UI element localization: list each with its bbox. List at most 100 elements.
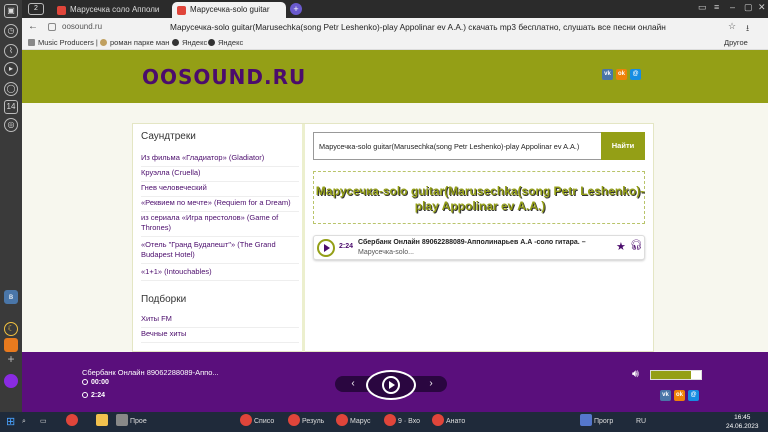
- search-button[interactable]: Найти: [601, 132, 645, 160]
- prev-button[interactable]: ‹: [341, 376, 365, 392]
- left-column: Саундтреки Из фильма «Гладиатор» (Gladia…: [133, 124, 305, 352]
- soundtrack-link[interactable]: Гнев человеческий: [141, 183, 299, 197]
- taskview-icon[interactable]: ▭: [40, 413, 47, 431]
- volume-slider[interactable]: [650, 370, 702, 380]
- mail-icon[interactable]: @: [688, 390, 699, 401]
- play-icon[interactable]: ▸: [4, 62, 18, 76]
- next-button[interactable]: ›: [419, 376, 443, 392]
- tab-count-badge[interactable]: 2: [28, 3, 44, 15]
- apps-icon: [28, 39, 35, 46]
- soundtrack-link[interactable]: «1+1» (Intouchables): [141, 267, 299, 281]
- yandex-music-icon: [57, 6, 66, 15]
- tab-1[interactable]: Марусечка соло Апполи: [52, 2, 170, 18]
- track-title[interactable]: Сбербанк Онлайн 89062288089-Апполинарьев…: [358, 239, 586, 246]
- soundtracks-title: Саундтреки: [141, 131, 196, 142]
- bookmark-icon[interactable]: ☆: [728, 21, 736, 32]
- taskbar-app[interactable]: Марус: [336, 413, 371, 431]
- play-icon: [382, 376, 400, 394]
- bookmark-item[interactable]: Яндекс: [172, 38, 207, 47]
- yandex-icon: [172, 39, 179, 46]
- calendar-icon[interactable]: 14: [4, 100, 18, 114]
- lock-icon[interactable]: [48, 23, 56, 31]
- content-area: Саундтреки Из фильма «Гладиатор» (Gladia…: [132, 123, 654, 352]
- tab-manager-icon[interactable]: ▣: [4, 4, 18, 18]
- bookmark-item[interactable]: Music Producers |: [28, 38, 98, 47]
- taskbar: ⊞ ⌕ ▭ Прое Списо Резуль Марус 9 · Вхо Ан…: [0, 412, 768, 432]
- favorite-star-icon[interactable]: ★: [616, 240, 626, 253]
- taskbar-app[interactable]: 9 · Вхо: [384, 413, 420, 431]
- web-page: OOSOUND.RU vk ok @ Саундтреки Из фильма …: [22, 50, 768, 352]
- alice-icon[interactable]: [4, 374, 18, 388]
- taskbar-app[interactable]: Прое: [116, 413, 147, 431]
- song-heading: Марусечка-solo guitar(Marusechka(song Pe…: [315, 184, 645, 213]
- close-window-icon[interactable]: ✕: [758, 2, 766, 13]
- search-input[interactable]: Марусечка-solo guitar(Marusechka(song Pe…: [313, 132, 603, 160]
- taskbar-app[interactable]: Резуль: [288, 413, 324, 431]
- taskbar-app[interactable]: Анато: [432, 413, 465, 431]
- site-logo[interactable]: OOSOUND.RU: [142, 65, 306, 89]
- minimize-icon[interactable]: –: [730, 2, 735, 12]
- menu-icon[interactable]: ≡: [714, 2, 719, 12]
- oosound-icon: [177, 6, 186, 15]
- track-duration: 2:24: [339, 243, 354, 250]
- collection-link[interactable]: Вечные хиты: [141, 329, 299, 343]
- clock-icon: [82, 392, 88, 398]
- volume-level: [651, 371, 691, 379]
- language-indicator[interactable]: RU: [636, 413, 646, 431]
- tab-2-active[interactable]: Марусечка-solo guitar: [172, 2, 286, 18]
- system-clock[interactable]: 16:45 24.06.2023: [726, 413, 759, 431]
- maximize-icon[interactable]: ▢: [744, 2, 753, 13]
- ok-icon[interactable]: ok: [674, 390, 685, 401]
- add-panel-icon[interactable]: +: [4, 353, 18, 368]
- browser-sidebar: ▣ ◷ ⌇ ▸ ◯ 14 ◎ в ☾ +: [0, 0, 22, 412]
- collections-title: Подборки: [141, 294, 187, 305]
- soundtrack-link[interactable]: «Реквием по мечте» (Requiem for a Dream): [141, 198, 299, 212]
- windows-start-icon[interactable]: ⊞: [6, 413, 15, 431]
- zen-icon[interactable]: ⌇: [4, 44, 18, 58]
- new-tab-button[interactable]: +: [290, 3, 302, 15]
- taskbar-app[interactable]: Списо: [240, 413, 274, 431]
- track-row[interactable]: 2:24 Сбербанк Онлайн 89062288089-Апполин…: [313, 235, 645, 260]
- search-icon[interactable]: ⌕: [22, 413, 26, 431]
- volume-icon[interactable]: 🔊︎: [632, 368, 639, 381]
- bookmark-item[interactable]: Яндекс: [208, 38, 243, 47]
- settings-icon[interactable]: ◎: [4, 118, 18, 132]
- headphones-icon[interactable]: 🎧︎: [630, 240, 643, 251]
- play-button[interactable]: [366, 370, 416, 400]
- soundtrack-link[interactable]: «Отель "Гранд Будапешт"» (The Grand Buda…: [141, 240, 299, 264]
- track-subtitle: Марусечка-solo...: [358, 249, 414, 256]
- yandex-taskbar-icon[interactable]: [66, 413, 80, 431]
- history-icon[interactable]: ◷: [4, 24, 18, 38]
- clock-icon: [82, 379, 88, 385]
- page-title: Марусечка-solo guitar(Marusechka(song Pe…: [170, 22, 666, 32]
- yandex-icon: [208, 39, 215, 46]
- vk-icon[interactable]: vk: [660, 390, 671, 401]
- site-header: OOSOUND.RU vk ok @: [22, 50, 768, 103]
- collection-link[interactable]: Хиты FM: [141, 314, 299, 328]
- messenger-icon[interactable]: ◯: [4, 82, 18, 96]
- total-time: 2:24: [82, 392, 105, 399]
- vk-sidebar-icon[interactable]: в: [4, 290, 18, 304]
- soundtrack-link[interactable]: Круэлла (Cruella): [141, 168, 299, 182]
- bookmark-item[interactable]: роман парке ман: [100, 38, 169, 47]
- now-playing-title: Сбербанк Онлайн 89062288089-Аппо...: [82, 368, 219, 377]
- bookmark-tab-icon[interactable]: ▭: [698, 2, 707, 13]
- other-bookmarks[interactable]: Другое: [724, 38, 748, 47]
- track-play-button[interactable]: [317, 239, 335, 257]
- address-bar: ← oosound.ru Марусечка-solo guitar(Marus…: [22, 18, 768, 36]
- back-arrow-icon[interactable]: ←: [28, 21, 38, 32]
- taskbar-app[interactable]: Прогр: [580, 413, 613, 431]
- site-icon: [100, 39, 107, 46]
- explorer-icon[interactable]: [96, 413, 110, 431]
- elapsed-time: 00:00: [82, 379, 109, 386]
- heading-box: Марусечка-solo guitar(Marusechka(song Pe…: [313, 171, 645, 224]
- moon-icon[interactable]: ☾: [4, 322, 18, 336]
- soundtrack-link[interactable]: из сериала «Игра престолов» (Game of Thr…: [141, 213, 299, 237]
- ok-icon[interactable]: ok: [616, 69, 627, 80]
- url-field[interactable]: oosound.ru: [62, 22, 102, 31]
- mail-icon[interactable]: @: [630, 69, 641, 80]
- download-icon[interactable]: ⭳: [746, 21, 749, 37]
- vk-icon[interactable]: vk: [602, 69, 613, 80]
- mail-sidebar-icon[interactable]: [4, 338, 18, 352]
- soundtrack-link[interactable]: Из фильма «Гладиатор» (Gladiator): [141, 153, 299, 167]
